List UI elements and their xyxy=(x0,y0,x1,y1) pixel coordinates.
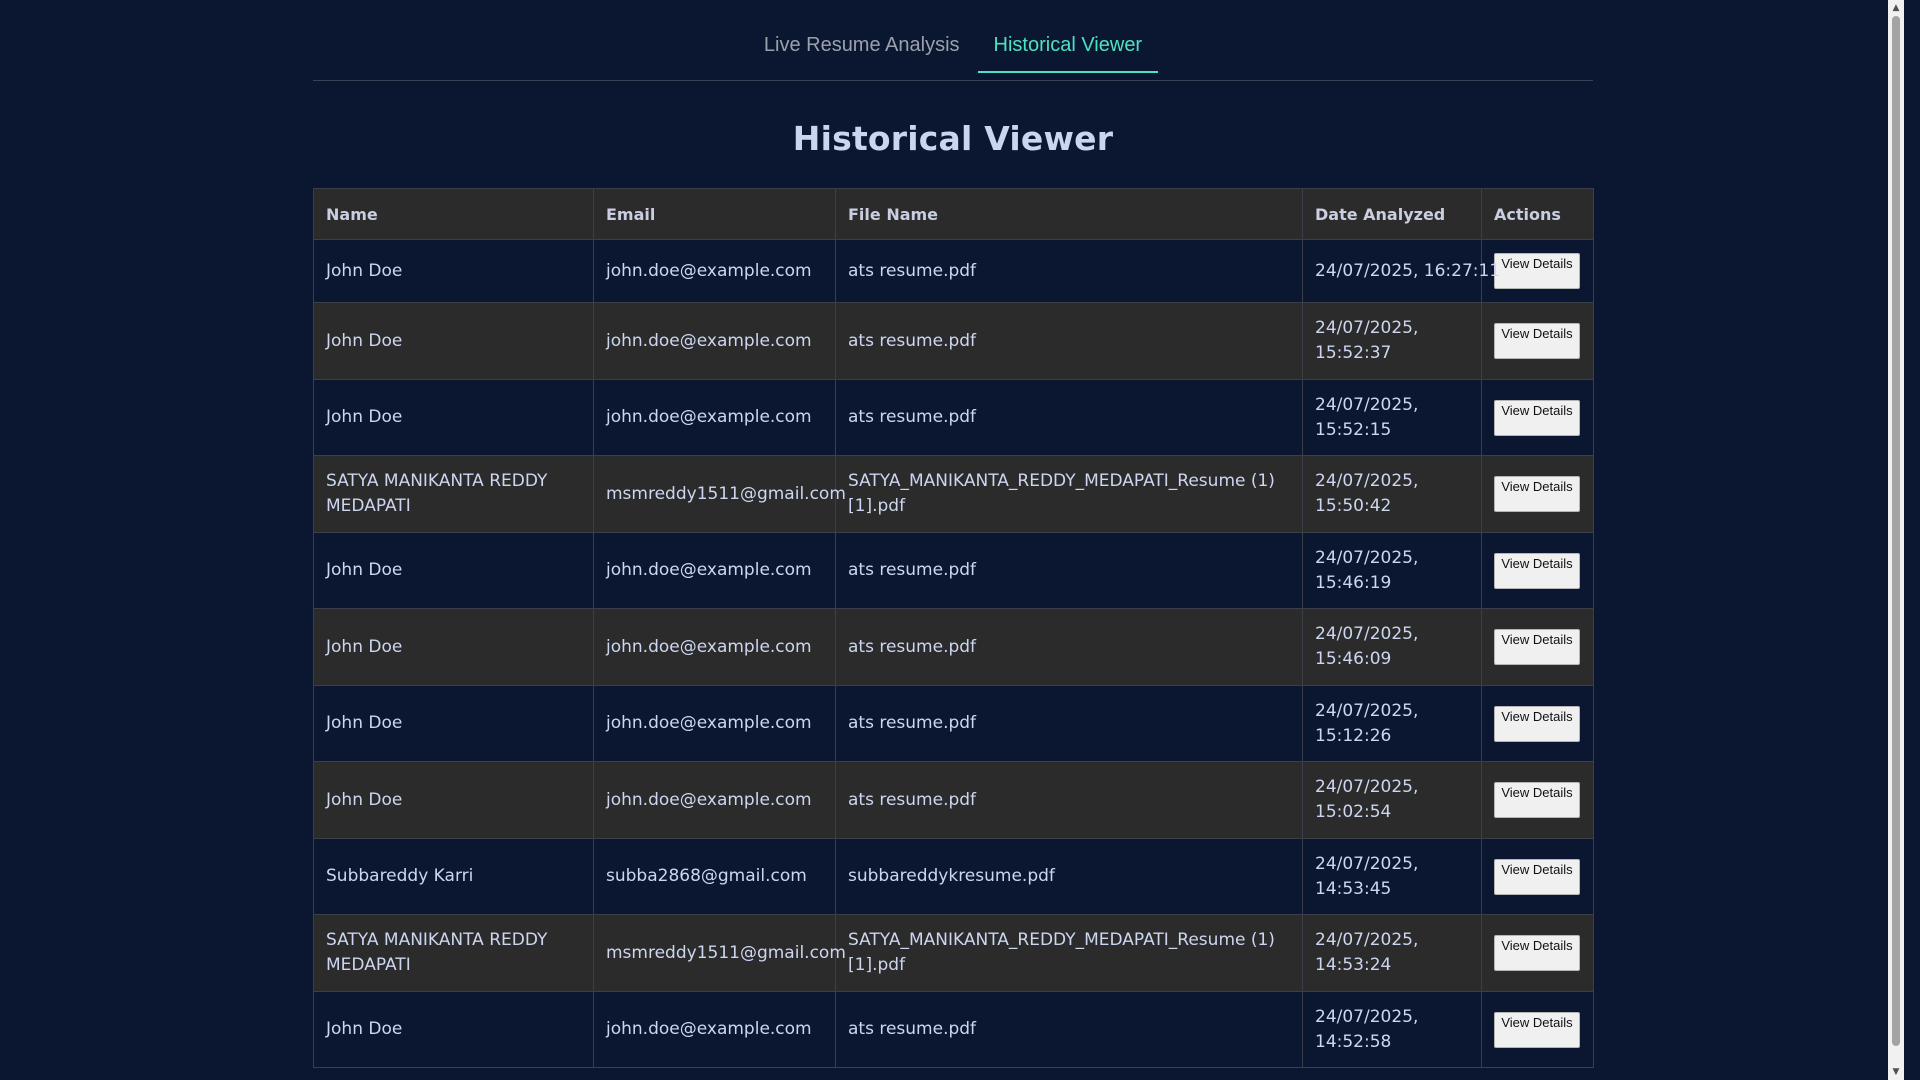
table-row: John Doe john.doe@example.com ats resume.p… xyxy=(313,379,1594,456)
cell-email: john.doe@example.com xyxy=(593,532,836,609)
cell-actions: View Details xyxy=(1481,685,1594,762)
cell-date-analyzed: 24/07/2025, 15:46:19 xyxy=(1302,532,1482,609)
cell-name: John Doe xyxy=(313,761,594,839)
vertical-scrollbar[interactable]: ▲ ▼ xyxy=(1888,0,1904,1080)
cell-name: John Doe xyxy=(313,302,594,380)
triangle-down-icon[interactable]: ▼ xyxy=(1888,1064,1904,1080)
table-row: John Doe john.doe@example.com ats resume.p… xyxy=(313,761,1594,839)
cell-actions: View Details xyxy=(1481,608,1594,686)
cell-name: John Doe xyxy=(313,532,594,609)
cell-email: john.doe@example.com xyxy=(593,302,836,380)
view-details-button[interactable]: View Details xyxy=(1494,935,1580,971)
tab-historical-viewer[interactable]: Historical Viewer xyxy=(977,31,1159,73)
table-body: John Doe john.doe@example.com ats resume.p… xyxy=(313,239,1594,1068)
cell-file-name: ats resume.pdf xyxy=(835,379,1303,456)
cell-email: msmreddy1511@gmail.com xyxy=(593,455,846,533)
cell-name: Subbareddy Karri xyxy=(313,838,594,915)
header-email: Email xyxy=(593,188,836,240)
cell-name: John Doe xyxy=(313,379,594,456)
cell-file-name: SATYA_MANIKANTA_REDDY_MEDAPATI_Resume (1… xyxy=(835,455,1303,533)
cell-file-name: ats resume.pdf xyxy=(835,302,1303,380)
table-row: John Doe john.doe@example.com ats resume.p… xyxy=(313,608,1594,686)
cell-date-analyzed: 24/07/2025, 15:12:26 xyxy=(1302,685,1482,762)
cell-name: John Doe xyxy=(313,685,594,762)
cell-date-analyzed: 24/07/2025, 15:52:15 xyxy=(1302,379,1482,456)
view-details-button[interactable]: View Details xyxy=(1494,705,1580,742)
cell-date-analyzed: 24/07/2025, 15:46:09 xyxy=(1302,608,1482,686)
view-details-button[interactable]: View Details xyxy=(1494,323,1580,359)
cell-email: john.doe@example.com xyxy=(593,991,836,1068)
table-row: John Doe john.doe@example.com ats resume.p… xyxy=(313,302,1594,380)
table-row: John Doe john.doe@example.com ats resume.p… xyxy=(313,532,1594,609)
view-details-button[interactable]: View Details xyxy=(1494,399,1580,436)
cell-file-name: SATYA_MANIKANTA_REDDY_MEDAPATI_Resume (1… xyxy=(835,914,1303,992)
cell-name: SATYA MANIKANTA REDDY MEDAPATI xyxy=(313,914,594,992)
cell-actions: View Details xyxy=(1481,379,1594,456)
cell-file-name: ats resume.pdf xyxy=(835,685,1303,762)
table-row: Subbareddy Karri subba2868@gmail.com subba… xyxy=(313,838,1594,915)
view-details-button[interactable]: View Details xyxy=(1494,782,1580,818)
page: Live Resume Analysis Historical Viewer H… xyxy=(0,0,1904,1080)
cell-email: msmreddy1511@gmail.com xyxy=(593,914,846,992)
view-details-button[interactable]: View Details xyxy=(1494,629,1580,665)
cell-date-analyzed: 24/07/2025, 16:27:11 xyxy=(1302,239,1500,303)
header-actions: Actions xyxy=(1481,188,1594,240)
page-title: Historical Viewer xyxy=(792,119,1114,158)
cell-date-analyzed: 24/07/2025, 15:02:54 xyxy=(1302,761,1482,839)
tab-live-resume-analysis[interactable]: Live Resume Analysis xyxy=(748,31,976,73)
cell-email: john.doe@example.com xyxy=(593,608,836,686)
scrollbar-thumb[interactable] xyxy=(1892,16,1900,1046)
cell-name: John Doe xyxy=(313,991,594,1068)
cell-date-analyzed: 24/07/2025, 14:52:58 xyxy=(1302,991,1482,1068)
cell-date-analyzed: 24/07/2025, 15:52:37 xyxy=(1302,302,1482,380)
triangle-up-icon[interactable]: ▲ xyxy=(1888,0,1904,16)
header-date-analyzed: Date Analyzed xyxy=(1302,188,1482,240)
cell-email: john.doe@example.com xyxy=(593,685,836,762)
main-container: Live Resume Analysis Historical Viewer H… xyxy=(313,0,1594,1068)
table-row: John Doe john.doe@example.com ats resume.p… xyxy=(313,991,1594,1068)
cell-date-analyzed: 24/07/2025, 14:53:24 xyxy=(1302,914,1482,992)
cell-file-name: ats resume.pdf xyxy=(835,532,1303,609)
cell-actions: View Details xyxy=(1481,532,1594,609)
cell-email: subba2868@gmail.com xyxy=(593,838,836,915)
cell-actions: View Details xyxy=(1481,838,1594,915)
cell-date-analyzed: 24/07/2025, 15:50:42 xyxy=(1302,455,1482,533)
view-details-button[interactable]: View Details xyxy=(1494,552,1580,589)
cell-file-name: ats resume.pdf xyxy=(835,761,1303,839)
table-row: John Doe john.doe@example.com ats resume.p… xyxy=(313,239,1594,303)
cell-email: john.doe@example.com xyxy=(593,761,836,839)
table-row: SATYA MANIKANTA REDDY MEDAPATI msmreddy15… xyxy=(313,914,1594,992)
cell-file-name: ats resume.pdf xyxy=(835,608,1303,686)
cell-name: John Doe xyxy=(313,608,594,686)
view-details-button[interactable]: View Details xyxy=(1494,858,1580,895)
table-row: SATYA MANIKANTA REDDY MEDAPATI msmreddy15… xyxy=(313,455,1594,533)
cell-actions: View Details xyxy=(1481,991,1594,1068)
cell-actions: View Details xyxy=(1481,455,1594,533)
view-details-button[interactable]: View Details xyxy=(1494,1011,1580,1048)
table-header-row: Name Email File Name Date Analyzed Actio… xyxy=(313,188,1594,240)
view-details-button[interactable]: View Details xyxy=(1494,253,1580,289)
cell-file-name: ats resume.pdf xyxy=(835,239,1303,303)
cell-date-analyzed: 24/07/2025, 14:53:45 xyxy=(1302,838,1482,915)
header-name: Name xyxy=(313,188,594,240)
cell-file-name: subbareddykresume.pdf xyxy=(835,838,1303,915)
cell-email: john.doe@example.com xyxy=(593,379,836,456)
cell-name: SATYA MANIKANTA REDDY MEDAPATI xyxy=(313,455,594,533)
table-row: John Doe john.doe@example.com ats resume.p… xyxy=(313,685,1594,762)
cell-name: John Doe xyxy=(313,239,594,303)
tab-bar: Live Resume Analysis Historical Viewer xyxy=(313,0,1593,81)
cell-email: john.doe@example.com xyxy=(593,239,836,303)
cell-file-name: ats resume.pdf xyxy=(835,991,1303,1068)
cell-actions: View Details xyxy=(1481,761,1594,839)
header-file-name: File Name xyxy=(835,188,1303,240)
cell-actions: View Details xyxy=(1481,914,1594,992)
cell-actions: View Details xyxy=(1481,302,1594,380)
history-table: Name Email File Name Date Analyzed Actio… xyxy=(313,188,1594,1068)
view-details-button[interactable]: View Details xyxy=(1494,476,1580,512)
